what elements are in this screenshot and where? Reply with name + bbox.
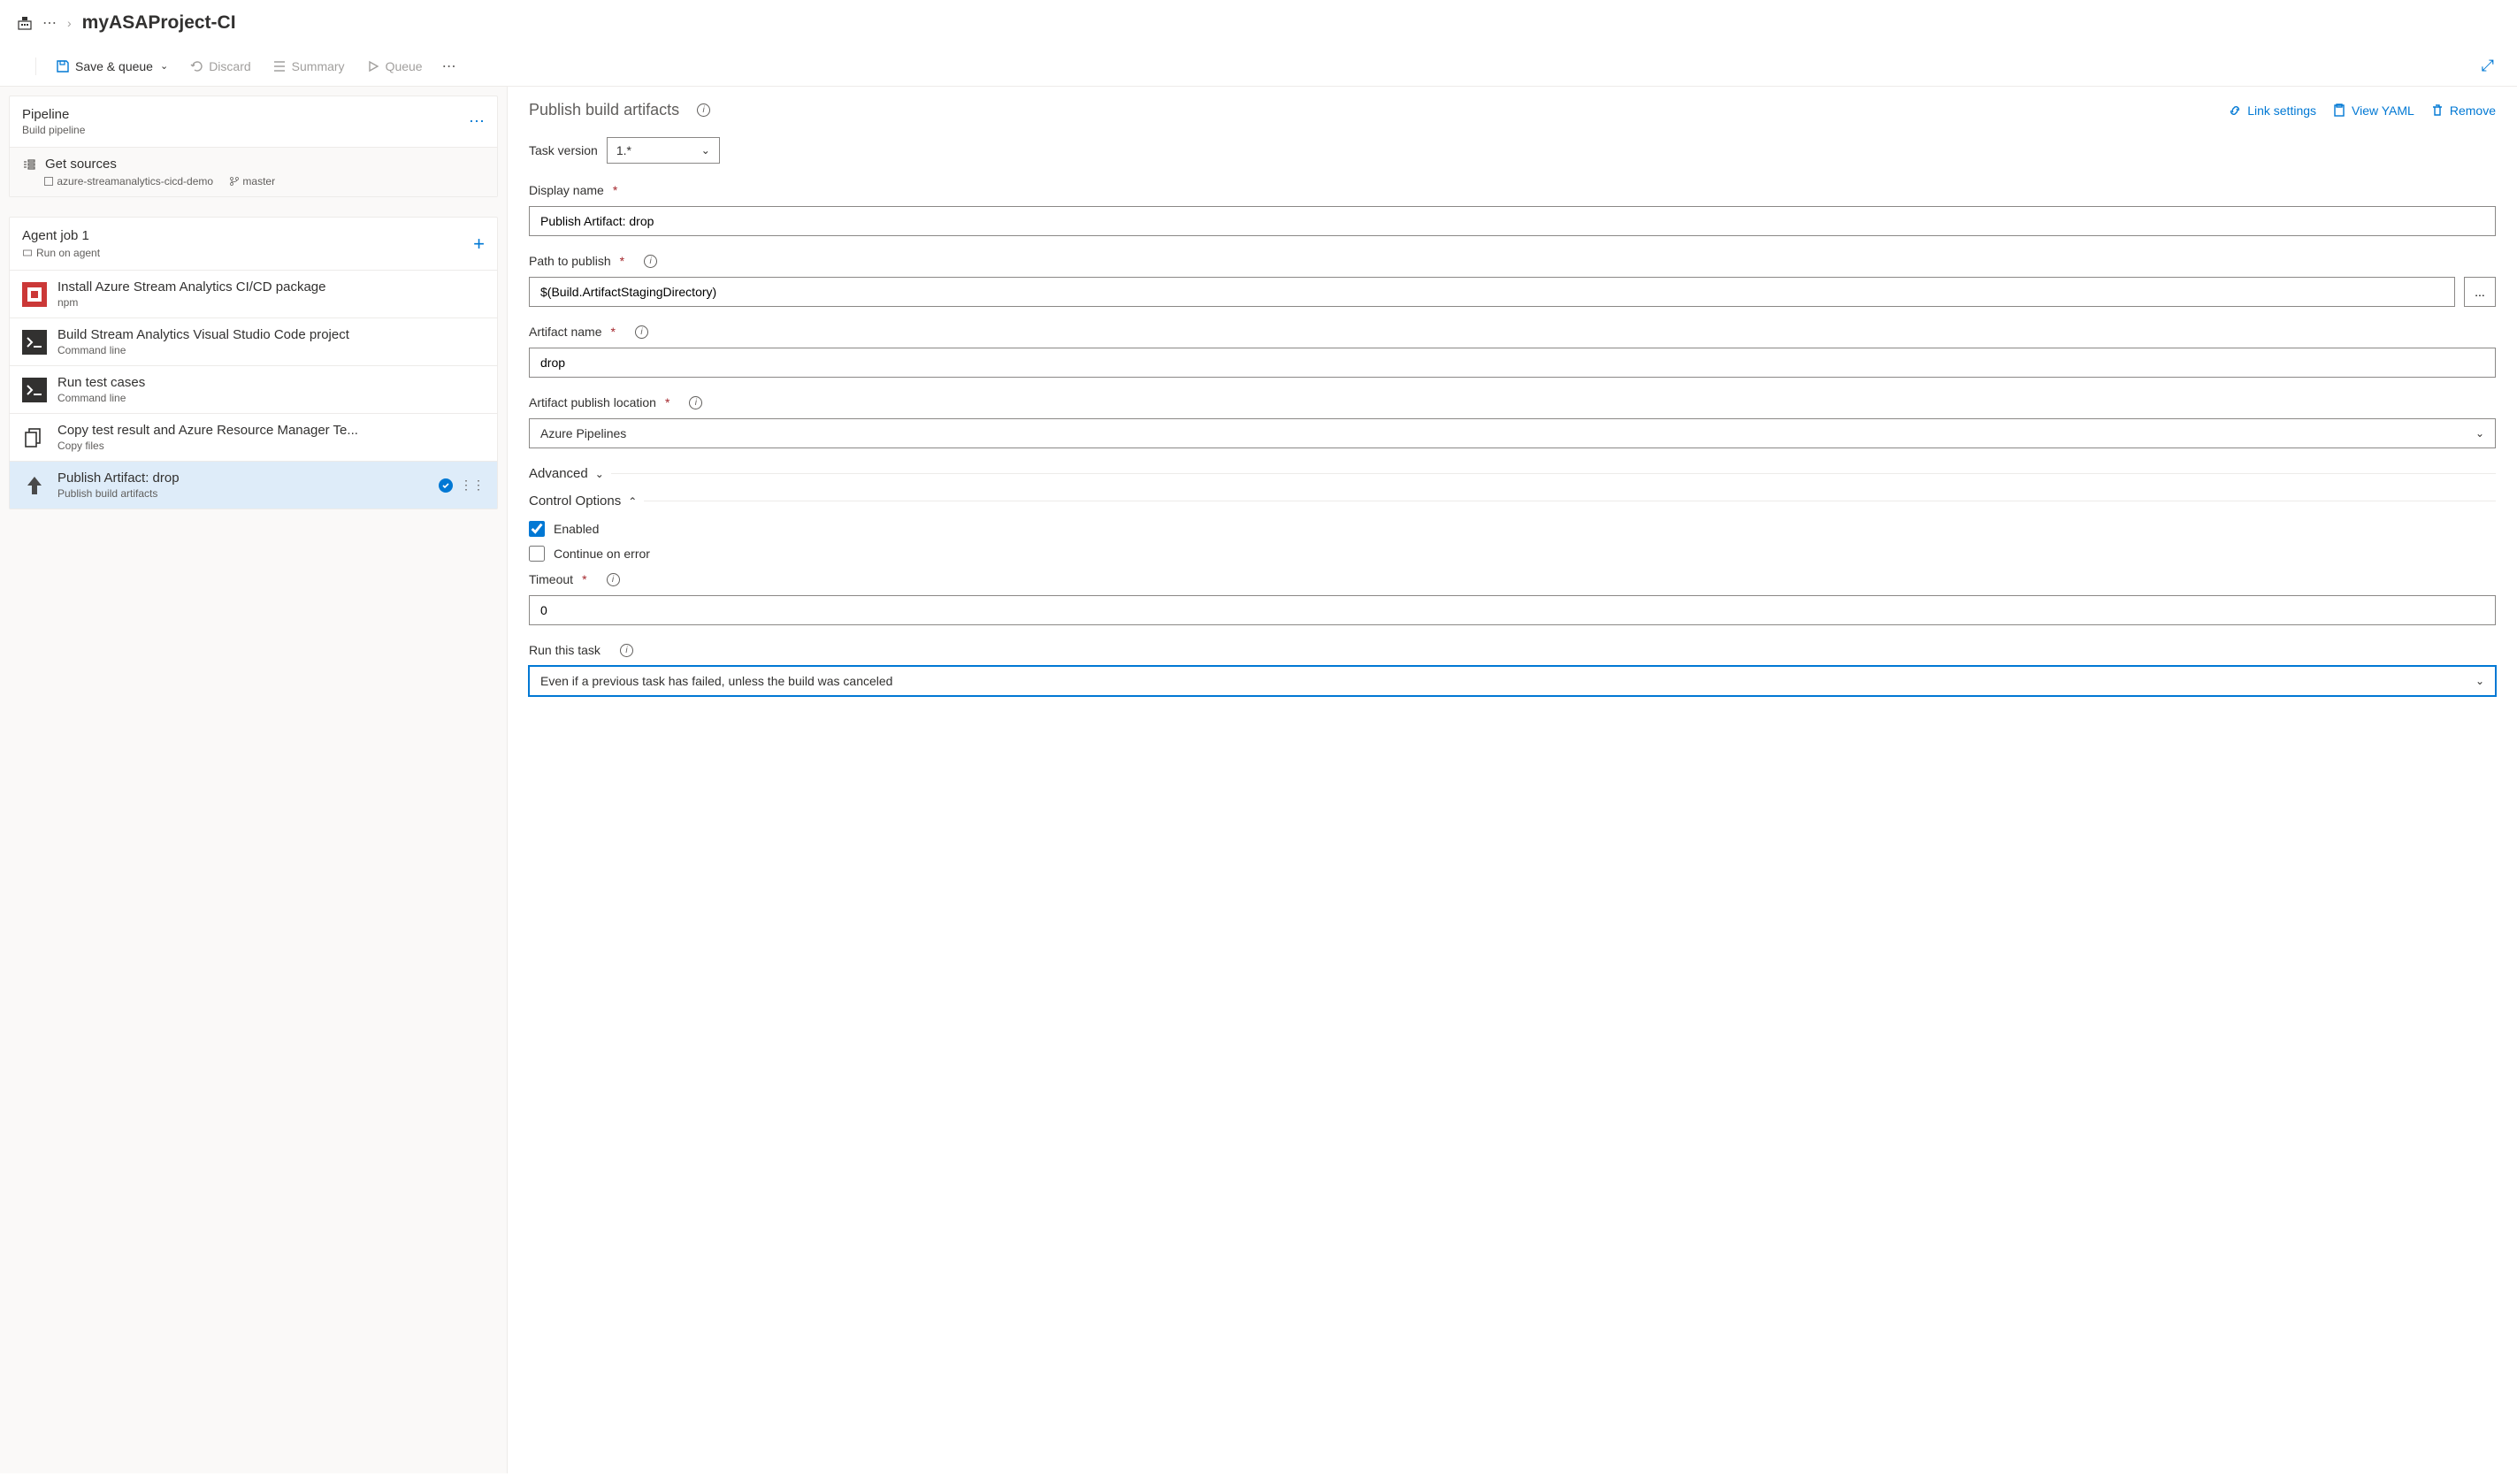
- enabled-checkbox-row: Enabled: [529, 521, 2496, 537]
- timeout-input[interactable]: [529, 595, 2496, 625]
- repo-icon: [43, 176, 54, 187]
- page-title: myASAProject-CI: [82, 12, 236, 34]
- check-icon: [439, 478, 453, 493]
- info-icon[interactable]: i: [607, 573, 620, 586]
- info-icon[interactable]: i: [697, 103, 710, 117]
- agent-header[interactable]: Agent job 1 Run on agent +: [10, 218, 497, 270]
- sources-icon: [22, 157, 36, 172]
- npm-icon: [22, 282, 47, 307]
- task-item-copy[interactable]: Copy test result and Azure Resource Mana…: [10, 413, 497, 461]
- path-input[interactable]: [529, 277, 2455, 307]
- terminal-icon: [22, 330, 47, 355]
- chevron-down-icon: ⌄: [701, 144, 710, 157]
- chevron-down-icon: ⌄: [2475, 675, 2484, 687]
- chevron-right-icon: ›: [67, 16, 72, 30]
- divider: [35, 57, 36, 75]
- pipeline-title: Pipeline: [22, 107, 85, 122]
- task-version-label: Task version: [529, 143, 598, 157]
- chevron-down-icon: ⌄: [2475, 427, 2484, 440]
- save-queue-button[interactable]: Save & queue ⌄: [47, 54, 177, 79]
- view-yaml-button[interactable]: View YAML: [2332, 103, 2414, 118]
- location-select[interactable]: Azure Pipelines ⌄: [529, 418, 2496, 448]
- agent-icon: [22, 248, 33, 258]
- pipeline-subtitle: Build pipeline: [22, 124, 85, 136]
- artifact-name-label: Artifact name* i: [529, 325, 2496, 339]
- play-icon: [366, 59, 380, 73]
- control-options-section[interactable]: Control Options ⌃: [529, 493, 2496, 509]
- summary-button[interactable]: Summary: [264, 54, 354, 79]
- breadcrumb-more-icon[interactable]: ⋯: [42, 14, 57, 32]
- display-name-label: Display name*: [529, 183, 2496, 197]
- info-icon[interactable]: i: [644, 255, 657, 268]
- timeout-label: Timeout* i: [529, 572, 2496, 586]
- clipboard-icon: [2332, 103, 2346, 118]
- pipeline-more-icon[interactable]: ⋯: [469, 112, 485, 131]
- project-icon: [18, 16, 32, 30]
- remove-button[interactable]: Remove: [2430, 103, 2496, 118]
- run-task-label: Run this task i: [529, 643, 2496, 657]
- chevron-down-icon: ⌄: [595, 468, 604, 480]
- agent-title: Agent job 1: [22, 228, 100, 243]
- copy-files-icon: [22, 425, 47, 450]
- collapse-icon[interactable]: ⤢: [2476, 51, 2499, 80]
- toolbar: Save & queue ⌄ Discard Summary Queue ⋯ ⤢: [0, 46, 2517, 87]
- advanced-section[interactable]: Advanced ⌄: [529, 466, 2496, 481]
- upload-icon: [22, 473, 47, 498]
- drag-handle-icon[interactable]: ⋮⋮: [460, 478, 485, 493]
- task-item-npm[interactable]: Install Azure Stream Analytics CI/CD pac…: [10, 270, 497, 317]
- discard-button[interactable]: Discard: [180, 54, 259, 79]
- branch-name: master: [229, 175, 275, 187]
- save-icon: [56, 59, 70, 73]
- path-label: Path to publish* i: [529, 254, 2496, 268]
- task-item-build[interactable]: Build Stream Analytics Visual Studio Cod…: [10, 317, 497, 365]
- link-icon: [2228, 103, 2242, 118]
- main-split: Pipeline Build pipeline ⋯ Get sources az…: [0, 87, 2517, 1473]
- terminal-icon: [22, 378, 47, 402]
- agent-subtitle: Run on agent: [22, 247, 100, 259]
- toolbar-more-icon[interactable]: ⋯: [435, 54, 463, 79]
- repo-name: azure-streamanalytics-cicd-demo: [43, 175, 213, 187]
- details-header: Publish build artifacts i Link settings …: [529, 101, 2496, 119]
- add-task-button[interactable]: +: [473, 233, 485, 256]
- right-panel: Publish build artifacts i Link settings …: [508, 87, 2517, 1473]
- trash-icon: [2430, 103, 2444, 118]
- browse-button[interactable]: ...: [2464, 277, 2496, 307]
- pipeline-header[interactable]: Pipeline Build pipeline ⋯: [10, 96, 497, 147]
- task-version-row: Task version 1.* ⌄: [529, 137, 2496, 164]
- task-item-publish[interactable]: Publish Artifact: drop Publish build art…: [10, 461, 497, 509]
- continue-label: Continue on error: [554, 547, 650, 561]
- chevron-up-icon: ⌃: [628, 495, 637, 508]
- continue-checkbox[interactable]: [529, 546, 545, 562]
- chevron-down-icon: ⌄: [160, 60, 168, 72]
- location-label: Artifact publish location* i: [529, 395, 2496, 409]
- task-version-select[interactable]: 1.* ⌄: [607, 137, 720, 164]
- branch-icon: [229, 176, 240, 187]
- info-icon[interactable]: i: [689, 396, 702, 409]
- task-item-test[interactable]: Run test cases Command line: [10, 365, 497, 413]
- queue-button[interactable]: Queue: [357, 54, 432, 79]
- run-task-select[interactable]: Even if a previous task has failed, unle…: [529, 666, 2496, 696]
- display-name-input[interactable]: [529, 206, 2496, 236]
- enabled-label: Enabled: [554, 522, 599, 536]
- pipeline-card: Pipeline Build pipeline ⋯ Get sources az…: [9, 96, 498, 197]
- info-icon[interactable]: i: [620, 644, 633, 657]
- sources-title: Get sources: [45, 157, 117, 172]
- get-sources[interactable]: Get sources azure-streamanalytics-cicd-d…: [10, 147, 497, 196]
- undo-icon: [189, 59, 203, 73]
- list-icon: [272, 59, 287, 73]
- enabled-checkbox[interactable]: [529, 521, 545, 537]
- breadcrumb: ⋯ › myASAProject-CI: [0, 0, 2517, 46]
- details-title: Publish build artifacts i: [529, 101, 710, 119]
- agent-card: Agent job 1 Run on agent + Install Azure…: [9, 217, 498, 509]
- continue-checkbox-row: Continue on error: [529, 546, 2496, 562]
- artifact-name-input[interactable]: [529, 348, 2496, 378]
- left-panel: Pipeline Build pipeline ⋯ Get sources az…: [0, 87, 508, 1473]
- link-settings-button[interactable]: Link settings: [2228, 103, 2316, 118]
- info-icon[interactable]: i: [635, 325, 648, 339]
